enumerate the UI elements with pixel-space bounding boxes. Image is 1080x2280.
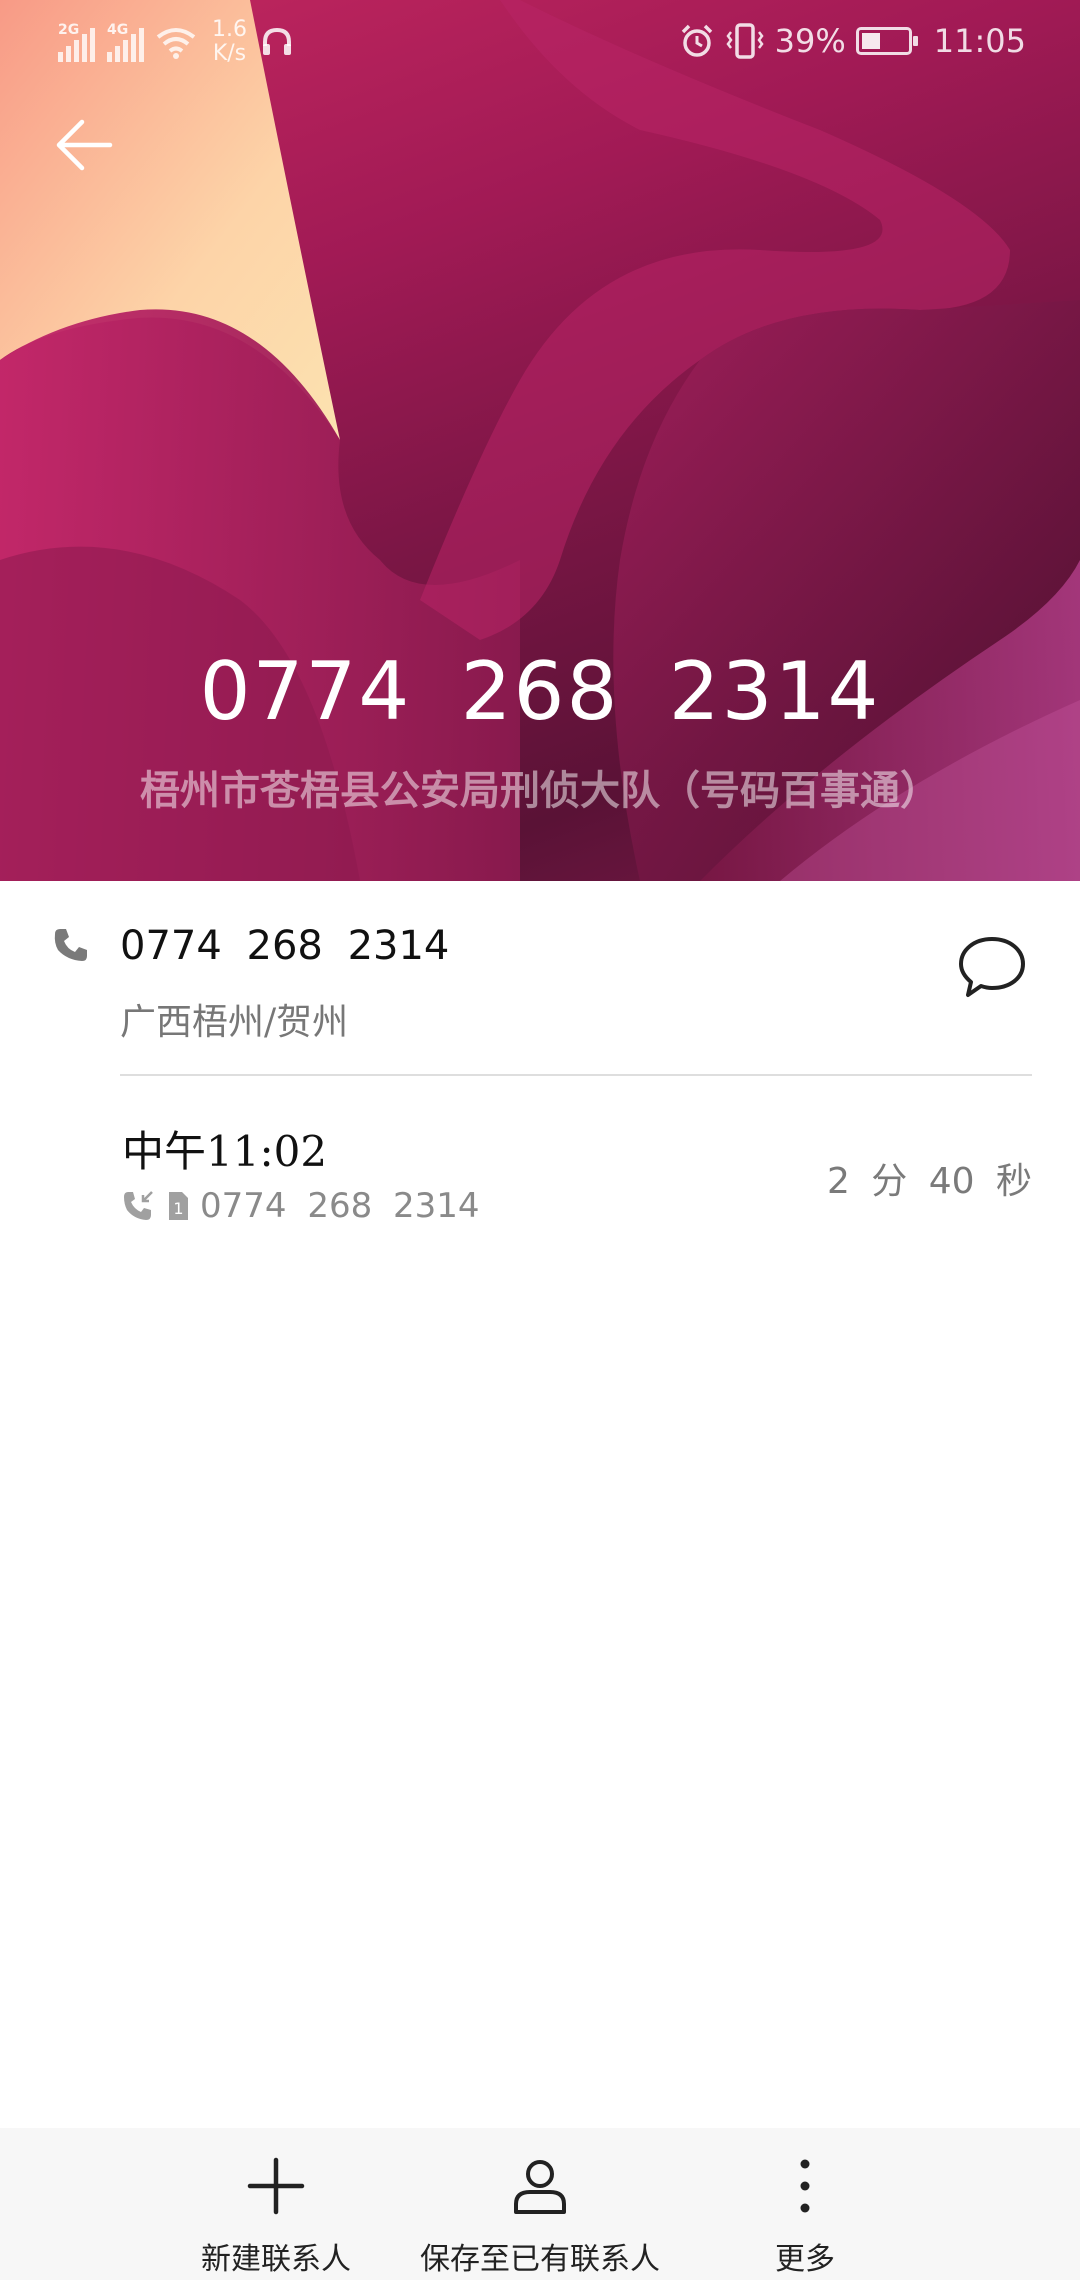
network-speed-value: 1.6 <box>212 17 247 42</box>
signal-label-4g: 4G <box>107 22 129 38</box>
more-label: 更多 <box>775 2242 835 2277</box>
back-arrow-icon[interactable] <box>50 110 120 180</box>
network-speed-unit: K/s <box>212 41 247 66</box>
incoming-call-icon <box>124 1191 153 1220</box>
signal-4g-icon: 4G <box>107 22 144 62</box>
call-number: 0774 268 2314 <box>200 1186 480 1226</box>
signal-2g-icon: 2G <box>58 22 95 62</box>
bottom-action-bar: 新建联系人 保存至已有联系人 更多 <box>0 2128 1080 2280</box>
vibrate-icon <box>726 23 764 59</box>
phone-icon <box>54 929 87 961</box>
call-meta: 1 0774 268 2314 <box>122 1186 480 1226</box>
call-time: 中午11:02 <box>122 1127 328 1176</box>
signal-label-2g: 2G <box>58 22 80 38</box>
header-background <box>0 0 1080 881</box>
contact-header: 2G 4G 1.6 K/s 39% 11:05 0774 268 2314 梧州… <box>0 0 1080 881</box>
plus-icon <box>247 2157 305 2215</box>
number-identification-label: 梧州市苍梧县公安局刑侦大队（号码百事通） <box>140 767 940 814</box>
status-time: 11:05 <box>933 22 1026 60</box>
sim-number: 1 <box>173 1199 183 1218</box>
phone-number: 0774 268 2314 <box>120 923 450 969</box>
wifi-icon <box>156 28 196 59</box>
new-contact-label: 新建联系人 <box>201 2242 351 2277</box>
sim-icon: 1 <box>169 1192 188 1220</box>
network-speed: 1.6 K/s <box>212 18 247 66</box>
save-to-existing-contact-button[interactable]: 保存至已有联系人 <box>400 2128 680 2280</box>
new-contact-button[interactable]: 新建联系人 <box>176 2128 376 2280</box>
more-button[interactable]: 更多 <box>740 2128 870 2280</box>
person-icon <box>514 2160 566 2214</box>
status-bar: 2G 4G 1.6 K/s 39% 11:05 <box>0 0 1080 92</box>
call-duration: 2 分 40 秒 <box>826 1161 1032 1202</box>
battery-icon <box>855 27 918 55</box>
save-to-existing-contact-label: 保存至已有联系人 <box>420 2242 660 2277</box>
phone-location: 广西梧州/贺州 <box>120 1002 349 1043</box>
header-phone-number: 0774 268 2314 <box>199 645 881 738</box>
call-log-item[interactable]: 中午11:02 1 0774 268 2314 2 分 40 秒 <box>0 1076 1080 1246</box>
alarm-icon <box>681 24 712 57</box>
headset-icon <box>263 27 291 55</box>
phone-number-row[interactable]: 0774 268 2314 广西梧州/贺州 <box>0 881 1080 1074</box>
more-vertical-icon <box>800 2159 810 2213</box>
message-icon[interactable] <box>956 931 1028 1003</box>
battery-percent: 39% <box>774 22 846 60</box>
